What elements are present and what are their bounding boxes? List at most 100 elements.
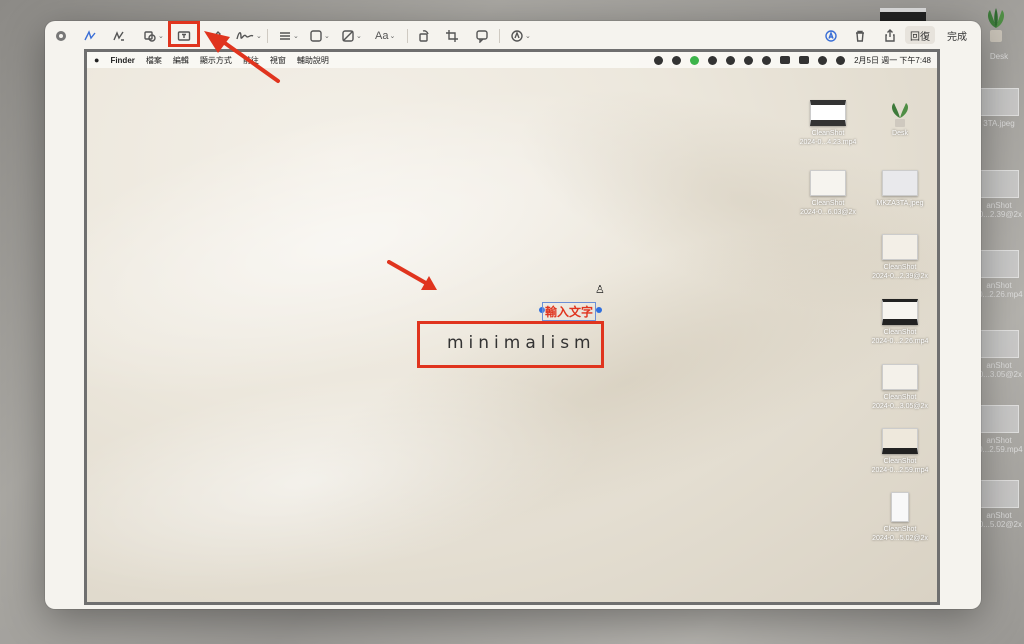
chevron-down-icon: ⌄ [389, 33, 396, 40]
file-name: Desk [989, 52, 1009, 61]
menu-bar-clock: 2月5日 週一 下午7:48 [854, 55, 931, 65]
markup-toolbar: ⌄ ⌄ ⌄ ⌄ ⌄ Aa ⌄ ⌄ 回復 完成 [45, 21, 981, 51]
outer-desktop-file-icon: 3TA.jpeg [975, 88, 1023, 128]
file-name: anShot -0...2.26.mp4 [975, 281, 1023, 299]
file-thumbnail [882, 428, 918, 454]
file-name-detail: 2024-0...2.26.mp4 [871, 338, 929, 345]
file-thumbnail [810, 170, 846, 196]
crop-icon[interactable] [445, 28, 459, 44]
file-name: MKZA3TA.jpeg [876, 200, 924, 207]
sketch-tool-icon[interactable] [83, 28, 97, 44]
preview-markup-window: ⌄ ⌄ ⌄ ⌄ ⌄ Aa ⌄ ⌄ 回復 完成 ● Finder 檔案 編輯 顯示… [45, 21, 981, 609]
line-app-icon [690, 55, 700, 65]
file-thumbnail [979, 250, 1019, 278]
file-thumbnail [882, 234, 918, 260]
annotation-arrow-icon [387, 260, 437, 290]
text-style-button[interactable]: Aa ⌄ [375, 28, 395, 44]
file-name: CleanShot [811, 130, 845, 137]
file-name: CleanShot [883, 458, 917, 465]
wallpaper-text: minimalism [447, 333, 596, 353]
outer-desktop-file-icon: anShot -0...2.26.mp4 [975, 250, 1023, 299]
file-name: Desk [892, 130, 908, 137]
border-color-icon[interactable]: ⌄ [309, 28, 330, 44]
annotation-highlight-textbox [168, 21, 200, 47]
file-thumbnail [810, 100, 846, 126]
close-icon[interactable] [54, 28, 68, 44]
wifi-icon [818, 55, 828, 65]
toolbar-arrow-icon [204, 31, 280, 83]
file-name-detail: 2024-0...2.39@2x [872, 273, 928, 280]
file-thumbnail [979, 88, 1019, 116]
file-thumbnail [979, 170, 1019, 198]
menu-item-file: 檔案 [145, 55, 162, 65]
file-thumbnail [882, 100, 918, 127]
status-icon [726, 55, 736, 65]
desktop-file-icon[interactable]: CleanShot 2024-0...3.05@2x [864, 364, 936, 411]
file-name-detail: 2024-0...4.23.mp4 [799, 139, 857, 146]
chevron-down-icon: ⌄ [324, 33, 330, 40]
draw-tool-icon[interactable] [112, 28, 126, 44]
menu-item-help: 輔助說明 [296, 55, 329, 65]
menu-bar-status: 2月5日 週一 下午7:48 [645, 52, 931, 68]
menu-item-edit: 編輯 [172, 55, 189, 65]
chevron-down-icon: ⌄ [293, 33, 299, 40]
desktop-file-icon[interactable]: CleanShot 2024-0...5.02@2x [864, 492, 936, 543]
selection-handle-right[interactable] [596, 307, 602, 313]
file-name: 3TA.jpeg [983, 119, 1015, 128]
file-thumbnail [882, 170, 918, 196]
apple-icon: ● [94, 55, 100, 65]
status-icon [672, 55, 682, 65]
outer-desktop-file-icon: Desk [975, 52, 1023, 61]
share-icon[interactable] [883, 28, 897, 44]
desktop-file-icon[interactable]: MKZA3TA.jpeg [864, 170, 936, 208]
status-icon [654, 55, 664, 65]
file-name: CleanShot [883, 526, 917, 533]
desktop-file-icon[interactable]: CleanShot 2024-0...2.59.mp4 [864, 428, 936, 475]
file-name: CleanShot [883, 329, 917, 336]
revert-button[interactable]: 回復 [905, 26, 935, 44]
text-cursor-icon: ♙ [595, 284, 605, 296]
file-thumbnail [979, 330, 1019, 358]
file-thumbnail [891, 492, 909, 522]
desktop-file-icon[interactable]: CleanShot 2024-0...2.26.mp4 [864, 299, 936, 346]
file-name: anShot -0...2.59.mp4 [975, 436, 1023, 454]
plant-icon [988, 8, 1004, 42]
fill-color-icon[interactable]: ⌄ [341, 28, 362, 44]
file-name-detail: 2024-0...5.02@2x [872, 535, 928, 542]
file-name: anShot -0...5.02@2x [976, 511, 1022, 529]
file-name-detail: 2024-0...3.05@2x [872, 403, 928, 410]
annotate-icon[interactable] [475, 28, 489, 44]
shapes-tool-icon[interactable]: ⌄ [143, 28, 164, 44]
file-name-detail: 2024-0...6.03@2x [800, 209, 856, 216]
auto-markup-icon[interactable] [824, 28, 838, 44]
file-name: anShot -0...2.39@2x [976, 201, 1022, 219]
file-name: CleanShot [811, 200, 845, 207]
file-thumbnail [979, 480, 1019, 508]
input-method-icon [780, 56, 791, 64]
chevron-down-icon: ⌄ [356, 33, 362, 40]
file-name: anShot -0...3.05@2x [976, 361, 1022, 379]
desktop-file-icon[interactable]: CleanShot 2024-0...2.39@2x [864, 234, 936, 281]
trash-icon[interactable] [853, 28, 867, 44]
desktop-file-icon[interactable]: CleanShot 2024-0...6.03@2x [792, 170, 864, 217]
outer-desktop-file-icon: anShot -0...2.59.mp4 [975, 405, 1023, 454]
status-icon [708, 55, 718, 65]
accessibility-icon[interactable]: ⌄ [510, 28, 531, 44]
file-name: CleanShot [883, 264, 917, 271]
screenshot-canvas[interactable]: ● Finder 檔案 編輯 顯示方式 前往 視窗 輔助說明 2月5日 週一 下… [84, 49, 940, 605]
outer-desktop-file-icon: anShot -0...5.02@2x [975, 480, 1023, 529]
rotate-icon[interactable] [417, 28, 431, 44]
done-button[interactable]: 完成 [942, 26, 972, 44]
file-name-detail: 2024-0...2.59.mp4 [871, 467, 929, 474]
file-thumbnail [882, 299, 918, 325]
control-center-icon [836, 55, 846, 65]
outer-desktop-file-icon: anShot -0...2.39@2x [975, 170, 1023, 219]
status-icon [762, 55, 772, 65]
file-thumbnail [882, 364, 918, 390]
text-annotation-box[interactable]: 輸入文字 [542, 302, 597, 321]
desktop-file-icon[interactable]: Desk [864, 100, 936, 138]
desktop-file-icon[interactable]: CleanShot 2024-0...4.23.mp4 [792, 100, 864, 147]
status-icon [744, 55, 754, 65]
battery-icon [799, 56, 810, 64]
menu-app-name: Finder [110, 55, 135, 65]
